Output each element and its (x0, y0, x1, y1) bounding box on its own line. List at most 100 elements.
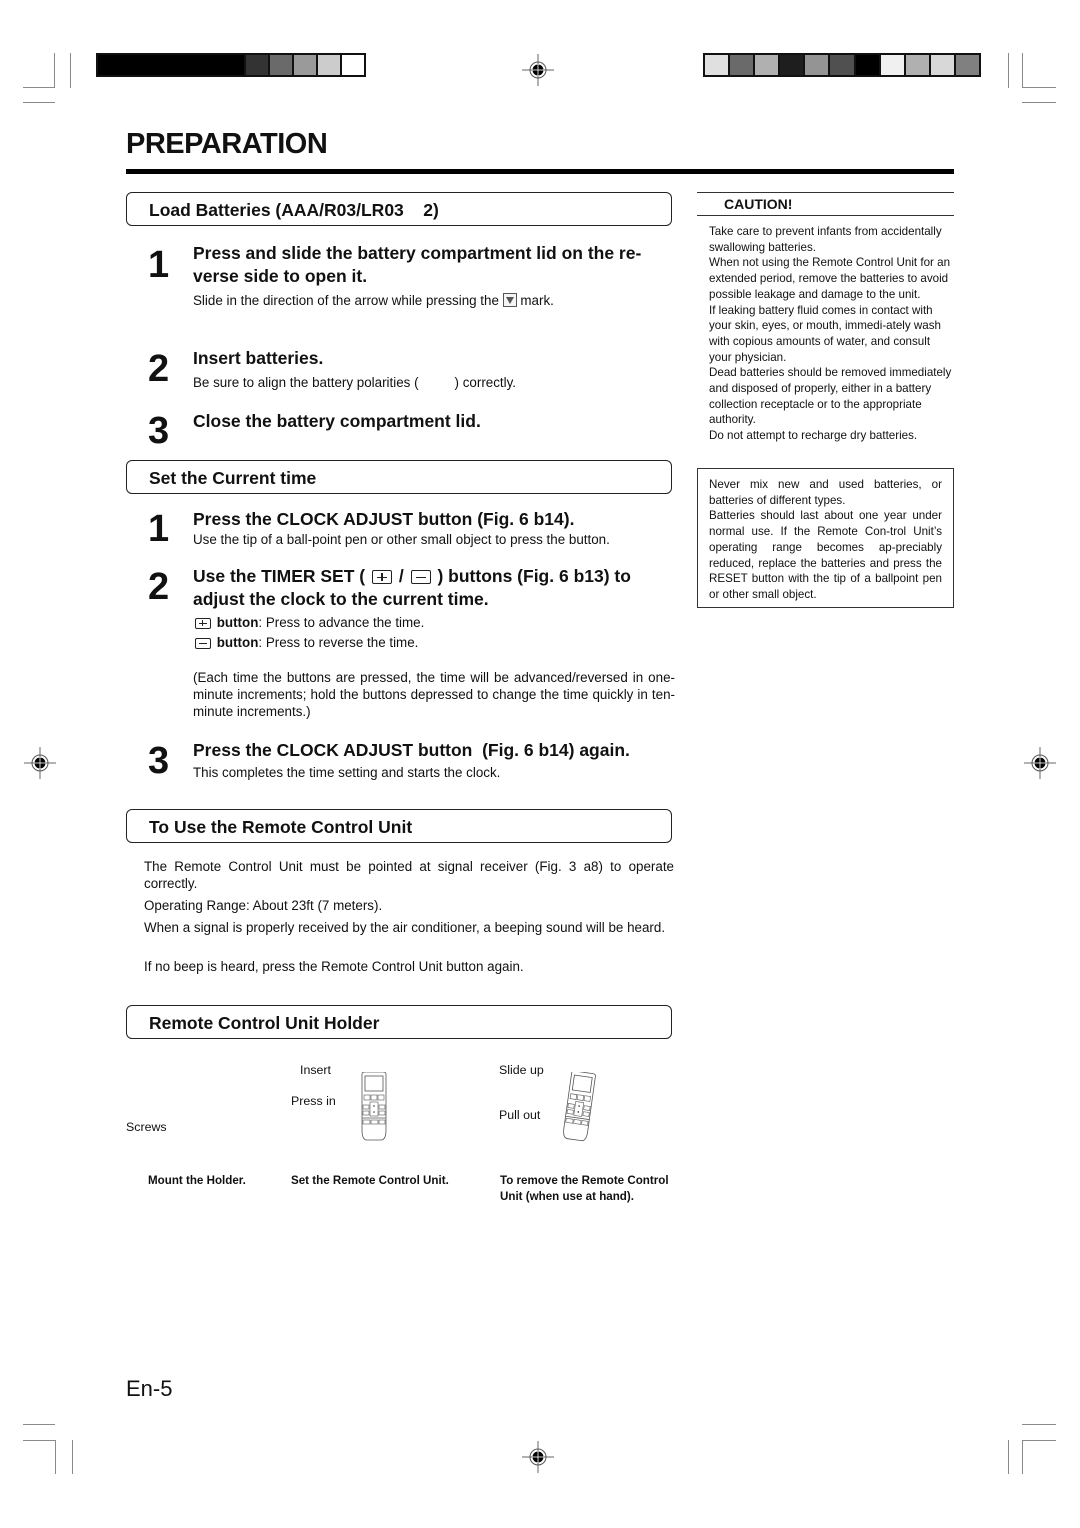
step-title: Close the battery compartment lid. (193, 411, 481, 431)
step-description: Slide in the direction of the arrow whil… (193, 292, 675, 309)
label-slide-up: Slide up (499, 1063, 544, 1077)
color-swatch (753, 55, 779, 75)
caution-paragraph: Dead batteries should be removed immedia… (709, 366, 952, 427)
step-title-line: adjust the clock to the current time. (193, 589, 489, 609)
title-text: ) buttons (Fig. 6 b13) to (437, 566, 631, 586)
step-title-line: Use the TIMER SET ( / ) buttons (Fig. 6 … (193, 565, 678, 588)
crop-mark (1022, 1440, 1023, 1474)
paragraph: If no beep is heard, press the Remote Co… (144, 959, 524, 974)
step-description: Be sure to align the battery polarities … (193, 374, 675, 391)
desc-text: : Press to advance the time. (258, 615, 425, 630)
label-press-in: Press in (291, 1094, 336, 1108)
color-swatch (292, 55, 316, 75)
color-swatch (340, 55, 364, 75)
section-title: Load Batteries (AAA/R03/LR03 2) (149, 200, 439, 220)
step-title-line: Press and slide the battery compartment … (193, 243, 642, 263)
section-title: Remote Control Unit Holder (149, 1013, 380, 1033)
step-title: Press the CLOCK ADJUST button (Fig. 6 b1… (193, 740, 630, 760)
desc-text: Slide in the direction of the arrow whil… (193, 293, 499, 308)
label-pull-out: Pull out (499, 1108, 541, 1122)
crop-mark (1008, 1440, 1009, 1474)
remote-control-illustration (361, 1072, 387, 1141)
registration-target-icon (24, 747, 56, 779)
title-text: Use the TIMER SET ( (193, 566, 366, 586)
color-swatch (728, 55, 754, 75)
color-swatch (803, 55, 829, 75)
paragraph: Operating Range: About 23ft (7 meters). (144, 898, 383, 913)
caution-paragraph: Batteries should last about one year und… (709, 509, 942, 601)
paragraph: The Remote Control Unit must be pointed … (144, 859, 674, 891)
crop-mark (1022, 53, 1023, 88)
section-title: To Use the Remote Control Unit (149, 817, 413, 837)
step-title: Press and slide the battery compartment … (193, 242, 678, 288)
color-swatch (853, 55, 879, 75)
caution-box-text: Never mix new and used batteries, or bat… (709, 477, 942, 603)
step-number: 2 (148, 348, 170, 390)
color-swatch (244, 55, 268, 75)
section-header-remote-use: To Use the Remote Control Unit (126, 809, 672, 843)
color-calibration-bar-right (703, 53, 981, 77)
step-title: Use the TIMER SET ( / ) buttons (Fig. 6 … (193, 565, 678, 611)
crop-mark (23, 1440, 55, 1441)
crop-mark (1022, 1424, 1056, 1425)
desc-text: ) correctly. (454, 375, 517, 390)
plus-button-description: button: Press to advance the time. (193, 614, 675, 631)
title-text: / (398, 566, 404, 586)
crop-mark (55, 1440, 56, 1474)
minus-button-icon (195, 637, 211, 649)
color-swatch (928, 55, 954, 75)
color-swatch (778, 55, 804, 75)
paragraph: When a signal is properly received by th… (144, 920, 666, 935)
desc-text: : Press to reverse the time. (258, 635, 419, 650)
caution-divider (697, 215, 954, 216)
crop-mark (54, 53, 55, 88)
caution-title: CAUTION! (724, 196, 793, 212)
step-description: Use the tip of a ball-point pen or other… (193, 532, 610, 547)
crop-mark (23, 1424, 55, 1425)
color-swatch (705, 55, 729, 75)
plus-button-icon (371, 570, 392, 585)
caution-text: Take care to prevent infants from accide… (709, 224, 954, 444)
label-insert: Insert (300, 1063, 331, 1077)
step-number: 3 (148, 740, 170, 782)
step-description: This completes the time setting and star… (193, 765, 501, 780)
crop-mark (23, 87, 55, 88)
crop-mark (72, 1440, 73, 1474)
caution-paragraph: When not using the Remote Control Unit f… (709, 256, 951, 301)
page-number: En-5 (126, 1376, 173, 1401)
color-swatch (828, 55, 854, 75)
color-swatch (903, 55, 929, 75)
caution-top-rule (697, 192, 954, 193)
color-swatch (316, 55, 340, 75)
section-title: Set the Current time (149, 468, 317, 488)
step-number: 1 (148, 244, 170, 286)
plus-button-icon (195, 617, 211, 629)
caption-set-remote: Set the Remote Control Unit. (291, 1174, 449, 1187)
step-number: 3 (148, 410, 170, 452)
minus-button-icon (410, 570, 431, 585)
registration-target-icon (522, 1441, 554, 1473)
label-screws: Screws (126, 1120, 167, 1134)
step-title-line: verse side to open it. (193, 266, 368, 286)
step-title: Press the CLOCK ADJUST button (Fig. 6 b1… (193, 509, 575, 529)
step-title: Insert batteries. (193, 348, 324, 368)
color-calibration-bar-left (96, 53, 366, 77)
crop-mark (1022, 1440, 1056, 1441)
title-rule (126, 169, 954, 174)
button-label: button (216, 615, 259, 630)
crop-mark (1022, 102, 1056, 103)
step-number: 1 (148, 508, 170, 550)
section-header-set-time: Set the Current time (126, 460, 672, 494)
crop-mark (23, 102, 55, 103)
desc-text: Be sure to align the battery polarities … (193, 375, 419, 390)
section-header-load-batteries: Load Batteries (AAA/R03/LR03 2) (126, 192, 672, 226)
registration-target-icon (1024, 747, 1056, 779)
black-swatch (98, 55, 244, 75)
caution-paragraph: Take care to prevent infants from accide… (709, 225, 942, 254)
crop-mark (70, 53, 71, 88)
step-number: 2 (148, 566, 170, 608)
caption-mount-holder: Mount the Holder. (148, 1174, 246, 1187)
section-header-holder: Remote Control Unit Holder (126, 1005, 672, 1039)
caution-box: Never mix new and used batteries, or bat… (697, 468, 954, 608)
caution-paragraph: Do not attempt to recharge dry batteries… (709, 429, 918, 443)
